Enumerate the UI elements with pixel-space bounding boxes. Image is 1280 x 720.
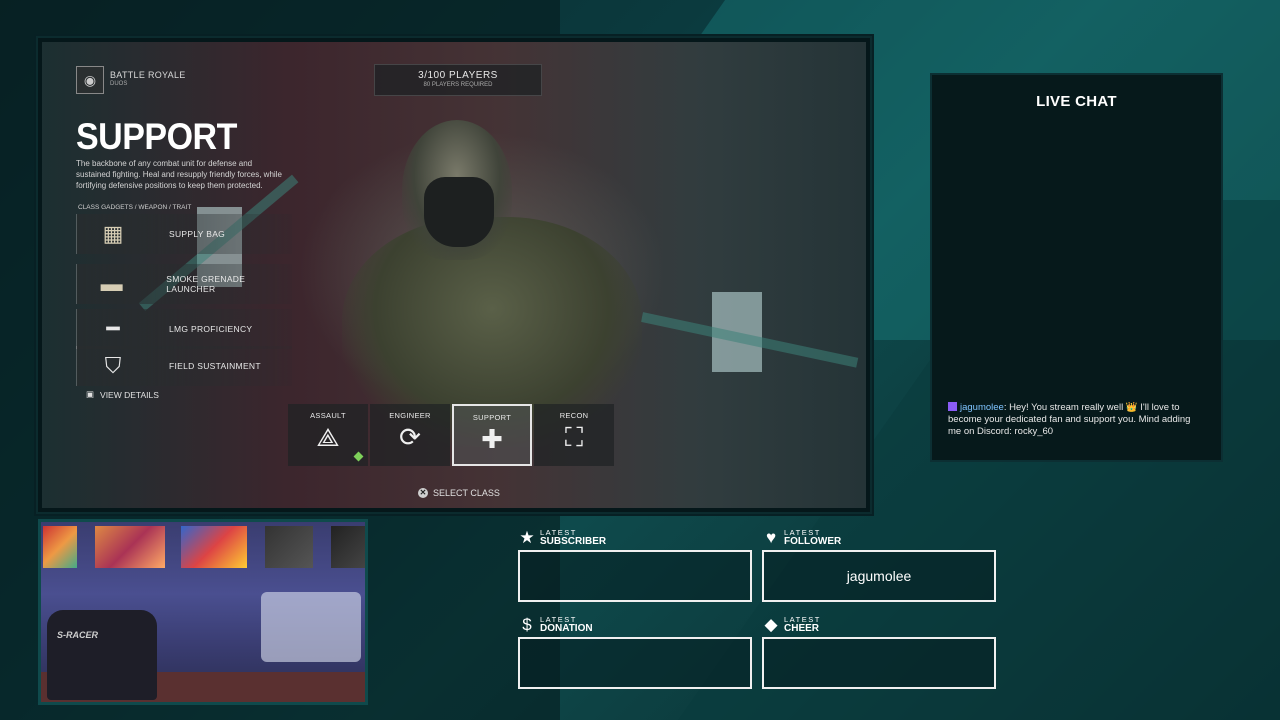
new-indicator-icon bbox=[353, 451, 364, 462]
chat-message: jagumolee: Hey! You stream really well 👑… bbox=[948, 402, 1198, 438]
class-label: SUPPORT bbox=[472, 413, 512, 422]
live-chat-panel: LIVE CHAT jagumolee: Hey! You stream rea… bbox=[930, 73, 1223, 462]
class-label: ENGINEER bbox=[389, 411, 431, 420]
gadget-label: FIELD SUSTAINMENT bbox=[169, 361, 261, 371]
latest-subscriber-box bbox=[518, 550, 752, 602]
class-title: SUPPORT bbox=[76, 116, 237, 158]
assault-icon: ⟁ bbox=[316, 422, 340, 452]
mode-icon: ◉ bbox=[76, 66, 104, 94]
latest-follower-header: ♥ LATEST FOLLOWER bbox=[762, 528, 841, 548]
engineer-icon: ⟳ bbox=[399, 422, 421, 452]
webcam-feed: S-RACER bbox=[38, 519, 368, 705]
chat-title: LIVE CHAT bbox=[1036, 93, 1117, 110]
user-badge-icon bbox=[948, 402, 957, 411]
class-label: RECON bbox=[559, 411, 589, 420]
gadget-label: LMG PROFICIENCY bbox=[169, 324, 253, 334]
gadgets-label: CLASS GADGETS / WEAPON / TRAIT bbox=[78, 204, 192, 211]
latest-cheer-header: ◆ LATEST CHEER bbox=[762, 615, 821, 635]
class-label: ASSAULT bbox=[310, 411, 346, 420]
supply-bag-icon: ▦ bbox=[102, 221, 124, 246]
mode-title: BATTLE ROYALE bbox=[110, 70, 186, 80]
event-type-label: CHEER bbox=[784, 623, 820, 634]
wall-jersey bbox=[265, 526, 313, 568]
wall-poster bbox=[181, 526, 247, 568]
gadget-row-smoke-grenade-launcher[interactable]: ▬ SMOKE GRENADE LAUNCHER bbox=[76, 264, 292, 304]
wall-poster bbox=[95, 526, 165, 568]
view-details-label: VIEW DETAILS bbox=[100, 389, 159, 400]
gadget-label: SMOKE GRENADE LAUNCHER bbox=[166, 274, 246, 294]
event-type-label: SUBSCRIBER bbox=[540, 536, 607, 547]
select-class-label: SELECT CLASS bbox=[433, 488, 500, 498]
players-status: 3/100 PLAYERS 80 PLAYERS REQUIRED bbox=[374, 64, 542, 96]
gadget-label: SUPPLY BAG bbox=[169, 229, 226, 239]
grenade-launcher-icon: ▬ bbox=[100, 271, 123, 296]
star-icon: ★ bbox=[519, 528, 535, 547]
gadget-row-lmg-proficiency[interactable]: ━ LMG PROFICIENCY bbox=[76, 309, 292, 349]
view-details-button[interactable]: ▣ VIEW DETAILS bbox=[86, 389, 159, 400]
latest-donation-header: $ LATEST DONATION bbox=[518, 615, 593, 635]
diamond-icon: ◆ bbox=[764, 615, 778, 634]
players-count: 3/100 PLAYERS bbox=[418, 70, 498, 81]
soldier-mask bbox=[424, 177, 494, 247]
latest-subscriber-header: ★ LATEST SUBSCRIBER bbox=[518, 528, 606, 548]
event-type-label: FOLLOWER bbox=[784, 536, 842, 547]
class-description: The backbone of any combat unit for defe… bbox=[76, 159, 282, 190]
class-button-engineer[interactable]: ENGINEER ⟳ bbox=[370, 404, 450, 466]
desk-area bbox=[261, 592, 361, 662]
chat-username[interactable]: jagumolee bbox=[960, 402, 1004, 413]
mode-subtitle: DUOS bbox=[110, 81, 128, 87]
latest-follower-box: jagumolee bbox=[762, 550, 996, 602]
lmg-icon: ━ bbox=[106, 316, 120, 341]
class-button-assault[interactable]: ASSAULT ⟁ bbox=[288, 404, 368, 466]
heart-icon: ♥ bbox=[765, 528, 777, 547]
latest-donation-box bbox=[518, 637, 752, 689]
field-sustainment-icon: ⛉ bbox=[104, 353, 122, 378]
gaming-chair bbox=[47, 610, 157, 700]
game-scene: ◉ BATTLE ROYALE DUOS 3/100 PLAYERS 80 PL… bbox=[42, 42, 866, 508]
x-button-icon: ✕ bbox=[418, 488, 428, 498]
select-class-button[interactable]: ✕ SELECT CLASS bbox=[418, 488, 500, 498]
gadget-row-field-sustainment[interactable]: ⛉ FIELD SUSTAINMENT bbox=[76, 346, 292, 386]
wall-poster bbox=[43, 526, 77, 568]
latest-cheer-box bbox=[762, 637, 996, 689]
support-icon: ✚ bbox=[481, 424, 503, 454]
event-type-label: DONATION bbox=[540, 623, 593, 634]
gadget-row-supply-bag[interactable]: ▦ SUPPLY BAG bbox=[76, 214, 292, 254]
class-selector: ASSAULT ⟁ ENGINEER ⟳ SUPPORT ✚ RECON ⛶ bbox=[288, 404, 614, 466]
class-button-recon[interactable]: RECON ⛶ bbox=[534, 404, 614, 466]
details-icon: ▣ bbox=[86, 389, 95, 399]
wall-jersey bbox=[331, 526, 365, 568]
chair-logo-text: S-RACER bbox=[57, 630, 99, 640]
players-required: 80 PLAYERS REQUIRED bbox=[423, 82, 493, 88]
class-button-support[interactable]: SUPPORT ✚ bbox=[452, 404, 532, 466]
dollar-icon: $ bbox=[522, 615, 532, 634]
recon-icon: ⛶ bbox=[564, 422, 584, 452]
game-capture-frame: ◉ BATTLE ROYALE DUOS 3/100 PLAYERS 80 PL… bbox=[36, 36, 872, 514]
